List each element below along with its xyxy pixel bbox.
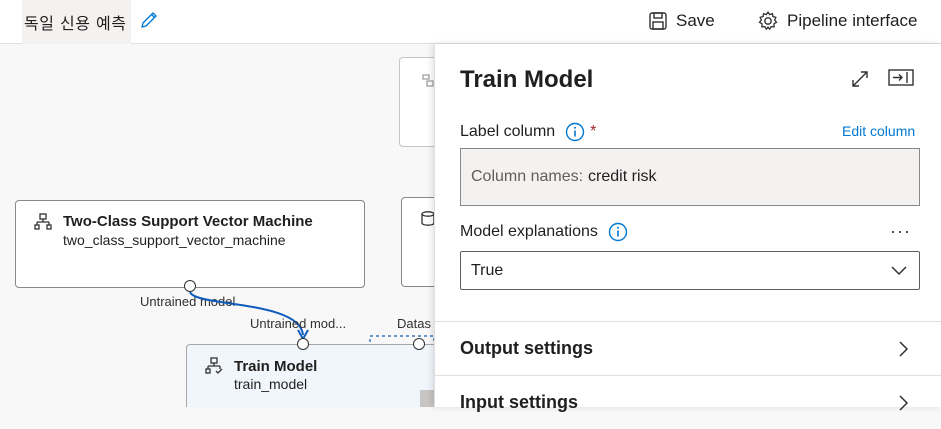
- top-bar: 독일 신용 예측 Save Pipeline interface: [0, 0, 941, 44]
- info-icon[interactable]: [565, 122, 585, 142]
- input-settings-section[interactable]: Input settings: [435, 377, 941, 429]
- divider: [435, 321, 941, 322]
- info-icon[interactable]: [608, 222, 628, 242]
- column-names-prefix: Column names:: [471, 168, 584, 185]
- gear-icon: [758, 11, 778, 30]
- panel-title: Train Model: [460, 66, 594, 93]
- more-options-icon[interactable]: ···: [890, 221, 911, 242]
- train-input-port-2[interactable]: [413, 338, 425, 350]
- label-column-text: Label column: [460, 123, 556, 140]
- model-explanations-label: Model explanations: [460, 222, 628, 242]
- save-label: Save: [676, 11, 715, 30]
- module-details-panel: Train Model Label column * Edit column C…: [434, 44, 941, 412]
- chevron-down-icon: [891, 266, 907, 276]
- train-input-port-label-2: Datas: [397, 316, 431, 331]
- save-button[interactable]: Save: [648, 7, 715, 35]
- train-node-name: train_model: [234, 376, 308, 392]
- save-icon: [649, 12, 667, 30]
- output-settings-section[interactable]: Output settings: [435, 323, 941, 375]
- train-module-icon: [205, 357, 223, 374]
- pencil-icon[interactable]: [138, 9, 160, 31]
- label-column-label: Label column *: [460, 122, 596, 142]
- required-marker: *: [590, 123, 597, 140]
- label-column-value-box[interactable]: Column names: credit risk: [460, 148, 920, 206]
- train-model-node[interactable]: Train Model train_model: [186, 344, 434, 407]
- chevron-right-icon: [899, 341, 909, 357]
- collapse-panel-icon[interactable]: [888, 68, 914, 88]
- label-column-value: credit risk: [588, 168, 657, 185]
- train-input-port-label-1: Untrained mod...: [250, 316, 347, 331]
- input-settings-label: Input settings: [460, 392, 578, 412]
- chevron-right-icon: [899, 395, 909, 411]
- pipeline-canvas[interactable]: Two-Class Support Vector Machine two_cla…: [0, 45, 434, 407]
- expand-icon[interactable]: [849, 68, 871, 90]
- edit-column-link[interactable]: Edit column: [842, 123, 915, 139]
- model-explanations-text: Model explanations: [460, 223, 598, 240]
- pipeline-interface-button[interactable]: Pipeline interface: [757, 7, 917, 35]
- pipeline-title-container[interactable]: 독일 신용 예측: [22, 0, 131, 44]
- pipeline-title[interactable]: 독일 신용 예측: [24, 10, 127, 34]
- model-explanations-selected: True: [471, 261, 504, 279]
- divider: [435, 375, 941, 376]
- train-node-title: Train Model: [234, 358, 318, 375]
- train-input-port-1[interactable]: [297, 338, 309, 350]
- output-settings-label: Output settings: [460, 338, 593, 358]
- canvas-scrollbar[interactable]: [420, 390, 434, 407]
- pipeline-interface-label: Pipeline interface: [787, 11, 918, 30]
- model-explanations-dropdown[interactable]: True: [460, 251, 920, 290]
